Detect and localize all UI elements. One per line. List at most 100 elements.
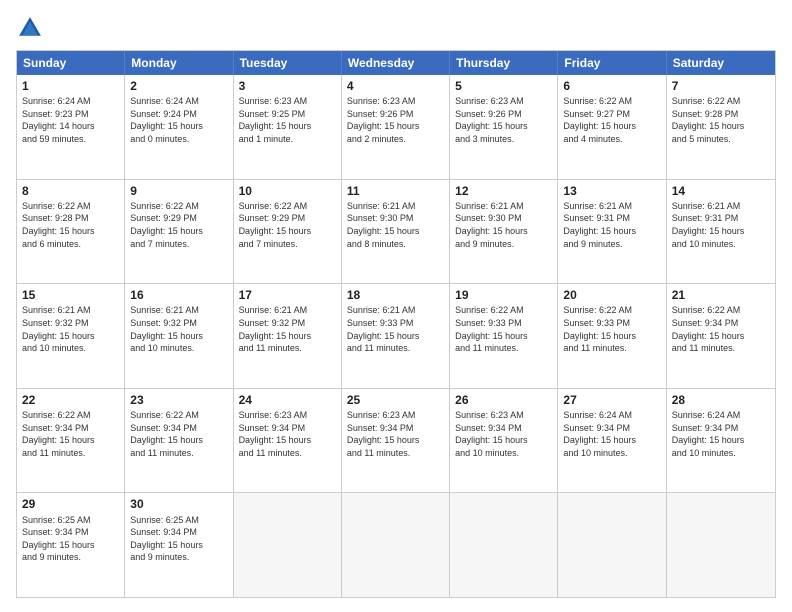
- day-cell-20: 20Sunrise: 6:22 AM Sunset: 9:33 PM Dayli…: [558, 284, 666, 388]
- day-number: 11: [347, 183, 444, 199]
- day-number: 8: [22, 183, 119, 199]
- day-info: Sunrise: 6:22 AM Sunset: 9:28 PM Dayligh…: [22, 200, 119, 250]
- day-number: 19: [455, 287, 552, 303]
- day-number: 13: [563, 183, 660, 199]
- day-cell-5: 5Sunrise: 6:23 AM Sunset: 9:26 PM Daylig…: [450, 75, 558, 179]
- day-info: Sunrise: 6:22 AM Sunset: 9:28 PM Dayligh…: [672, 95, 770, 145]
- day-info: Sunrise: 6:22 AM Sunset: 9:27 PM Dayligh…: [563, 95, 660, 145]
- day-number: 17: [239, 287, 336, 303]
- day-cell-12: 12Sunrise: 6:21 AM Sunset: 9:30 PM Dayli…: [450, 180, 558, 284]
- day-cell-26: 26Sunrise: 6:23 AM Sunset: 9:34 PM Dayli…: [450, 389, 558, 493]
- day-info: Sunrise: 6:21 AM Sunset: 9:33 PM Dayligh…: [347, 304, 444, 354]
- day-number: 5: [455, 78, 552, 94]
- day-cell-9: 9Sunrise: 6:22 AM Sunset: 9:29 PM Daylig…: [125, 180, 233, 284]
- day-cell-7: 7Sunrise: 6:22 AM Sunset: 9:28 PM Daylig…: [667, 75, 775, 179]
- day-cell-27: 27Sunrise: 6:24 AM Sunset: 9:34 PM Dayli…: [558, 389, 666, 493]
- day-info: Sunrise: 6:21 AM Sunset: 9:32 PM Dayligh…: [239, 304, 336, 354]
- day-number: 12: [455, 183, 552, 199]
- day-number: 28: [672, 392, 770, 408]
- day-cell-6: 6Sunrise: 6:22 AM Sunset: 9:27 PM Daylig…: [558, 75, 666, 179]
- day-number: 18: [347, 287, 444, 303]
- day-cell-22: 22Sunrise: 6:22 AM Sunset: 9:34 PM Dayli…: [17, 389, 125, 493]
- day-header-sunday: Sunday: [17, 51, 125, 75]
- calendar-week-5: 29Sunrise: 6:25 AM Sunset: 9:34 PM Dayli…: [17, 493, 775, 597]
- day-info: Sunrise: 6:22 AM Sunset: 9:33 PM Dayligh…: [563, 304, 660, 354]
- calendar-week-3: 15Sunrise: 6:21 AM Sunset: 9:32 PM Dayli…: [17, 284, 775, 389]
- day-cell-25: 25Sunrise: 6:23 AM Sunset: 9:34 PM Dayli…: [342, 389, 450, 493]
- day-header-friday: Friday: [558, 51, 666, 75]
- day-number: 6: [563, 78, 660, 94]
- day-cell-17: 17Sunrise: 6:21 AM Sunset: 9:32 PM Dayli…: [234, 284, 342, 388]
- calendar-week-2: 8Sunrise: 6:22 AM Sunset: 9:28 PM Daylig…: [17, 180, 775, 285]
- day-cell-16: 16Sunrise: 6:21 AM Sunset: 9:32 PM Dayli…: [125, 284, 233, 388]
- day-number: 14: [672, 183, 770, 199]
- day-info: Sunrise: 6:21 AM Sunset: 9:30 PM Dayligh…: [455, 200, 552, 250]
- day-cell-30: 30 Sunrise: 6:25 AM Sunset: 9:34 PM Dayli…: [125, 493, 233, 597]
- day-number: 24: [239, 392, 336, 408]
- day-cell-14: 14Sunrise: 6:21 AM Sunset: 9:31 PM Dayli…: [667, 180, 775, 284]
- day-info: Sunrise: 6:23 AM Sunset: 9:34 PM Dayligh…: [347, 409, 444, 459]
- day-number: 25: [347, 392, 444, 408]
- day-header-tuesday: Tuesday: [234, 51, 342, 75]
- logo: [16, 14, 48, 42]
- empty-cell: [450, 493, 558, 597]
- header: [16, 14, 776, 42]
- day-info: Sunrise: 6:24 AM Sunset: 9:24 PM Dayligh…: [130, 95, 227, 145]
- day-number: 15: [22, 287, 119, 303]
- day-number: 27: [563, 392, 660, 408]
- page: SundayMondayTuesdayWednesdayThursdayFrid…: [0, 0, 792, 612]
- day-header-thursday: Thursday: [450, 51, 558, 75]
- day-cell-8: 8Sunrise: 6:22 AM Sunset: 9:28 PM Daylig…: [17, 180, 125, 284]
- empty-cell: [558, 493, 666, 597]
- day-number: 4: [347, 78, 444, 94]
- day-info: Sunrise: 6:23 AM Sunset: 9:26 PM Dayligh…: [347, 95, 444, 145]
- day-info: Sunrise: 6:22 AM Sunset: 9:29 PM Dayligh…: [130, 200, 227, 250]
- day-number: 7: [672, 78, 770, 94]
- day-info: Sunrise: 6:21 AM Sunset: 9:32 PM Dayligh…: [130, 304, 227, 354]
- day-info: Sunrise: 6:23 AM Sunset: 9:34 PM Dayligh…: [239, 409, 336, 459]
- empty-cell: [667, 493, 775, 597]
- day-cell-4: 4Sunrise: 6:23 AM Sunset: 9:26 PM Daylig…: [342, 75, 450, 179]
- day-info: Sunrise: 6:23 AM Sunset: 9:26 PM Dayligh…: [455, 95, 552, 145]
- day-info: Sunrise: 6:21 AM Sunset: 9:32 PM Dayligh…: [22, 304, 119, 354]
- day-cell-28: 28Sunrise: 6:24 AM Sunset: 9:34 PM Dayli…: [667, 389, 775, 493]
- day-info: Sunrise: 6:22 AM Sunset: 9:33 PM Dayligh…: [455, 304, 552, 354]
- empty-cell: [234, 493, 342, 597]
- day-cell-1: 1Sunrise: 6:24 AM Sunset: 9:23 PM Daylig…: [17, 75, 125, 179]
- day-cell-18: 18Sunrise: 6:21 AM Sunset: 9:33 PM Dayli…: [342, 284, 450, 388]
- day-info: Sunrise: 6:24 AM Sunset: 9:34 PM Dayligh…: [563, 409, 660, 459]
- day-number: 30: [130, 496, 227, 512]
- day-info: Sunrise: 6:22 AM Sunset: 9:34 PM Dayligh…: [130, 409, 227, 459]
- day-cell-11: 11Sunrise: 6:21 AM Sunset: 9:30 PM Dayli…: [342, 180, 450, 284]
- day-info: Sunrise: 6:22 AM Sunset: 9:34 PM Dayligh…: [672, 304, 770, 354]
- calendar-week-4: 22 Sunrise: 6:22 AM Sunset: 9:34 PM Dayli…: [17, 389, 775, 494]
- day-number: 22: [22, 392, 119, 408]
- day-cell-15: 15Sunrise: 6:21 AM Sunset: 9:32 PM Dayli…: [17, 284, 125, 388]
- day-cell-10: 10Sunrise: 6:22 AM Sunset: 9:29 PM Dayli…: [234, 180, 342, 284]
- calendar-header: SundayMondayTuesdayWednesdayThursdayFrid…: [17, 51, 775, 75]
- calendar: SundayMondayTuesdayWednesdayThursdayFrid…: [16, 50, 776, 598]
- day-header-wednesday: Wednesday: [342, 51, 450, 75]
- day-info: Sunrise: 6:24 AM Sunset: 9:34 PM Dayligh…: [672, 409, 770, 459]
- day-number: 20: [563, 287, 660, 303]
- day-cell-29: 29Sunrise: 6:25 AM Sunset: 9:34 PM Dayli…: [17, 493, 125, 597]
- day-number: 26: [455, 392, 552, 408]
- day-header-monday: Monday: [125, 51, 233, 75]
- day-number: 9: [130, 183, 227, 199]
- day-cell-3: 3Sunrise: 6:23 AM Sunset: 9:25 PM Daylig…: [234, 75, 342, 179]
- day-info: Sunrise: 6:21 AM Sunset: 9:30 PM Dayligh…: [347, 200, 444, 250]
- day-info: Sunrise: 6:21 AM Sunset: 9:31 PM Dayligh…: [672, 200, 770, 250]
- day-header-saturday: Saturday: [667, 51, 775, 75]
- day-info: Sunrise: 6:24 AM Sunset: 9:23 PM Dayligh…: [22, 95, 119, 145]
- day-cell-24: 24Sunrise: 6:23 AM Sunset: 9:34 PM Dayli…: [234, 389, 342, 493]
- calendar-week-1: 1Sunrise: 6:24 AM Sunset: 9:23 PM Daylig…: [17, 75, 775, 180]
- day-info: Sunrise: 6:25 AM Sunset: 9:34 PM Dayligh…: [130, 514, 227, 564]
- day-number: 2: [130, 78, 227, 94]
- day-number: 21: [672, 287, 770, 303]
- day-number: 23: [130, 392, 227, 408]
- day-number: 16: [130, 287, 227, 303]
- day-info: Sunrise: 6:22 AM Sunset: 9:29 PM Dayligh…: [239, 200, 336, 250]
- day-number: 1: [22, 78, 119, 94]
- day-cell-23: 23Sunrise: 6:22 AM Sunset: 9:34 PM Dayli…: [125, 389, 233, 493]
- day-info: Sunrise: 6:21 AM Sunset: 9:31 PM Dayligh…: [563, 200, 660, 250]
